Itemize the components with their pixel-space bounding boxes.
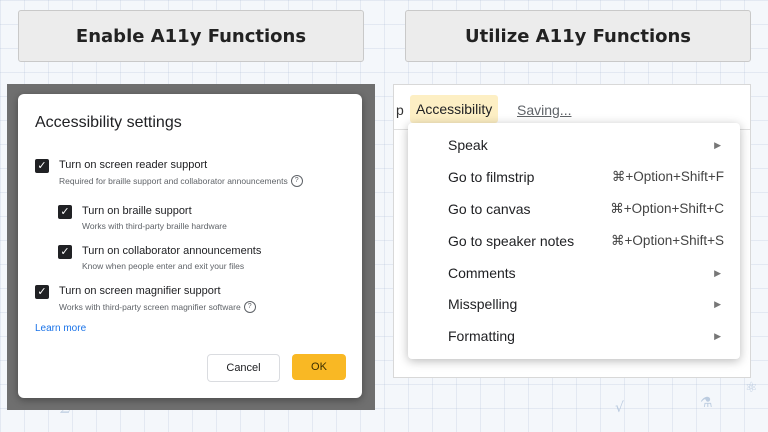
- menu-item-label: Misspelling: [448, 296, 518, 312]
- accessibility-menu[interactable]: Accessibility: [410, 95, 499, 123]
- screen-magnifier-checkbox[interactable]: ✓: [35, 285, 49, 299]
- braille-option[interactable]: ✓ Turn on braille support Works with thi…: [58, 204, 227, 231]
- menu-item-formatting[interactable]: Formatting ▶: [408, 322, 740, 350]
- menu-item-speak[interactable]: Speak ▶: [408, 131, 740, 159]
- cancel-button[interactable]: Cancel: [207, 354, 280, 382]
- accessibility-settings-dialog: Accessibility settings ✓ Turn on screen …: [18, 94, 362, 398]
- submenu-arrow-icon: ▶: [714, 267, 721, 278]
- help-icon[interactable]: ?: [290, 175, 303, 187]
- slides-editor-window: p Accessibility Saving... Speak ▶ Go to …: [393, 84, 751, 378]
- menu-item-shortcut: ⌘+Option+Shift+C: [610, 201, 724, 216]
- option-description: Works with third-party braille hardware: [82, 221, 227, 231]
- learn-more-link[interactable]: Learn more: [35, 323, 86, 334]
- doodle-decoration: √: [615, 400, 624, 416]
- submenu-arrow-icon: ▶: [714, 139, 721, 150]
- utilize-functions-header: Utilize A11y Functions: [405, 10, 751, 62]
- option-description: Works with third-party screen magnifier …: [59, 302, 241, 312]
- menu-item-label: Speak: [448, 137, 488, 153]
- collaborator-announcements-checkbox[interactable]: ✓: [58, 245, 72, 259]
- option-description: Know when people enter and exit your fil…: [82, 261, 245, 271]
- submenu-arrow-icon: ▶: [714, 330, 721, 341]
- menu-item-go-to-speaker-notes[interactable]: Go to speaker notes ⌘+Option+Shift+S: [408, 227, 740, 255]
- accessibility-dropdown: Speak ▶ Go to filmstrip ⌘+Option+Shift+F…: [408, 123, 740, 359]
- dialog-title: Accessibility settings: [35, 114, 182, 131]
- saving-status: Saving...: [517, 102, 572, 118]
- doodle-decoration: ⚗: [700, 395, 713, 411]
- option-description: Required for braille support and collabo…: [59, 176, 288, 186]
- screen-reader-checkbox[interactable]: ✓: [35, 159, 49, 173]
- menu-item-comments[interactable]: Comments ▶: [408, 259, 740, 287]
- option-label: Turn on screen reader support: [59, 159, 208, 171]
- option-label: Turn on braille support: [82, 205, 192, 217]
- menu-item-shortcut: ⌘+Option+Shift+F: [611, 169, 724, 184]
- enable-functions-header: Enable A11y Functions: [18, 10, 364, 62]
- menu-item-go-to-canvas[interactable]: Go to canvas ⌘+Option+Shift+C: [408, 195, 740, 223]
- doodle-decoration: ⚛: [745, 380, 758, 396]
- option-label: Turn on collaborator announcements: [82, 245, 262, 257]
- menu-item-label: Go to speaker notes: [448, 233, 575, 249]
- menu-item-label: Comments: [448, 265, 516, 281]
- submenu-arrow-icon: ▶: [714, 298, 721, 309]
- menu-item-label: Go to filmstrip: [448, 169, 535, 185]
- braille-checkbox[interactable]: ✓: [58, 205, 72, 219]
- ok-button[interactable]: OK: [292, 354, 346, 380]
- screen-reader-option[interactable]: ✓ Turn on screen reader support Required…: [35, 158, 303, 187]
- settings-overlay: Accessibility settings ✓ Turn on screen …: [7, 84, 375, 410]
- menubar-partial-item[interactable]: p: [396, 102, 404, 118]
- menu-item-shortcut: ⌘+Option+Shift+S: [611, 233, 724, 248]
- collaborator-announcements-option[interactable]: ✓ Turn on collaborator announcements Kno…: [58, 244, 261, 271]
- menu-item-go-to-filmstrip[interactable]: Go to filmstrip ⌘+Option+Shift+F: [408, 163, 740, 191]
- option-label: Turn on screen magnifier support: [59, 285, 221, 297]
- menu-item-label: Formatting: [448, 328, 515, 344]
- menu-item-misspelling[interactable]: Misspelling ▶: [408, 290, 740, 318]
- help-icon[interactable]: ?: [243, 301, 256, 313]
- menu-item-label: Go to canvas: [448, 201, 531, 217]
- screen-magnifier-option[interactable]: ✓ Turn on screen magnifier support Works…: [35, 284, 256, 313]
